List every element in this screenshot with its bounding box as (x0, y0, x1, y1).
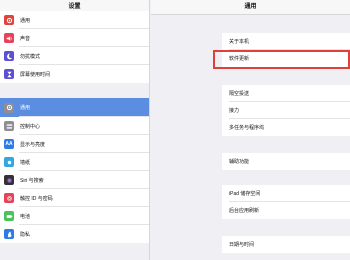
list-item-label: 关于本机 (229, 39, 250, 45)
list-item-storage[interactable]: iPad 储存空间 (222, 185, 350, 202)
list-item-label: 后台应用刷新 (229, 208, 260, 214)
list-item-airdrop[interactable]: 隔空投送 (222, 85, 350, 102)
list-item-label: 多任务与程序坞 (229, 125, 265, 131)
highlight-box (213, 50, 350, 69)
list-item-accessibility[interactable]: 辅助功能 (222, 153, 350, 170)
list-item-date-time[interactable]: 日期与时间 (222, 236, 350, 253)
list-item-label: 接力 (229, 108, 240, 114)
list-item-about[interactable]: 关于本机 (222, 33, 350, 50)
general-list: 关于本机 软件更新 隔空投送 接力 多任务与程序坞 辅助功能 iPad 储存空间… (0, 0, 350, 260)
list-item-label: 隔空投送 (229, 91, 250, 97)
list-item-background-refresh[interactable]: 后台应用刷新 (222, 202, 350, 219)
list-item-handoff[interactable]: 接力 (222, 102, 350, 119)
list-item-label: 日期与时间 (229, 242, 255, 248)
list-item-label: 辅助功能 (229, 159, 250, 165)
list-item-label: iPad 储存空间 (229, 191, 261, 197)
list-item-multitasking[interactable]: 多任务与程序坞 (222, 119, 350, 136)
